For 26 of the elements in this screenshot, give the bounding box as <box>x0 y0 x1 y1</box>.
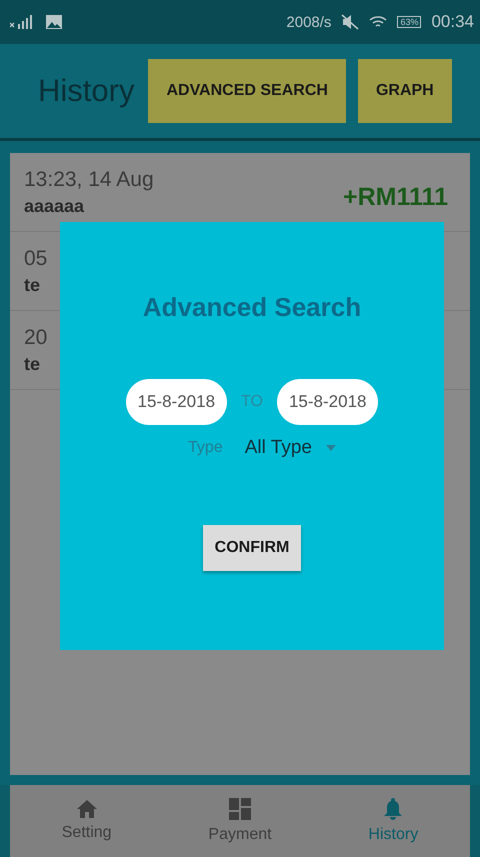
caret-icon <box>326 445 336 451</box>
battery-indicator: 63% <box>397 16 422 28</box>
graph-button[interactable]: GRAPH <box>358 59 452 123</box>
image-icon <box>46 15 62 29</box>
home-icon <box>76 800 97 818</box>
transaction-amount: +RM1111 <box>343 182 448 212</box>
transaction-time: 20 <box>24 326 48 350</box>
wifi-icon <box>369 15 388 29</box>
clock: 00:34 <box>431 12 474 32</box>
advanced-search-button[interactable]: ADVANCED SEARCH <box>148 59 346 123</box>
page-title: History <box>38 73 134 109</box>
mute-icon <box>341 14 360 30</box>
to-date-field[interactable]: 15-8-2018 <box>276 379 378 425</box>
from-date-field[interactable]: 15-8-2018 <box>126 379 228 425</box>
type-dropdown[interactable]: All Type <box>244 437 336 459</box>
type-label: Type <box>188 439 223 457</box>
confirm-button[interactable]: CONFIRM <box>202 525 302 571</box>
transaction-time: 13:23, 14 Aug <box>24 168 155 192</box>
dashboard-icon <box>228 798 251 820</box>
network-speed: 2008/s <box>286 14 332 30</box>
transaction-note: aaaaaa <box>24 196 86 216</box>
bell-icon <box>384 798 402 820</box>
dialog-title: Advanced Search <box>142 292 362 323</box>
transaction-note: te <box>24 274 42 296</box>
transaction-note: te <box>24 354 42 374</box>
transaction-time: 05 <box>24 246 48 270</box>
